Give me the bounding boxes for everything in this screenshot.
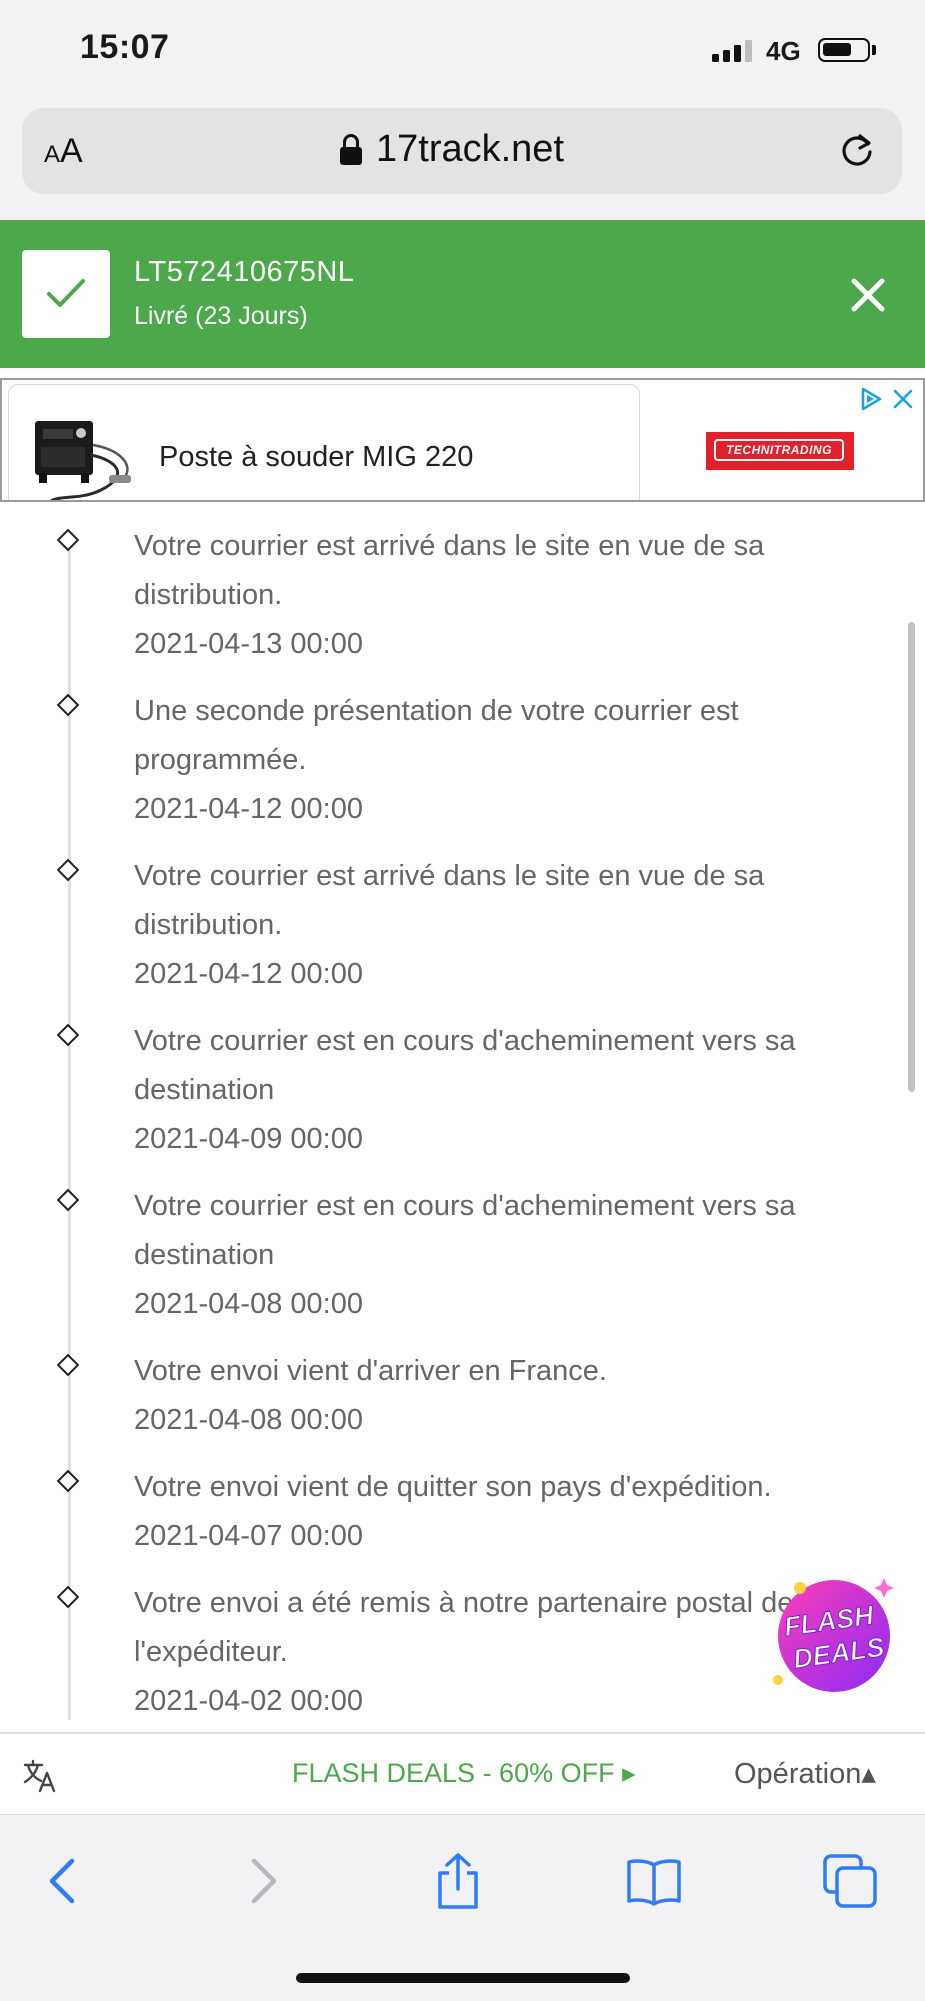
timeline-marker	[56, 1353, 80, 1377]
bookmarks-icon[interactable]	[624, 1851, 684, 1911]
tabs-icon[interactable]	[820, 1851, 880, 1911]
timeline-marker	[56, 1023, 80, 1047]
event-date: 2021-04-02 00:00	[134, 1685, 363, 1717]
tracking-number: LT572410675NL	[134, 256, 355, 288]
address-bar[interactable]: AA 17track.net	[22, 108, 902, 194]
share-icon[interactable]	[428, 1851, 488, 1911]
event-date: 2021-04-08 00:00	[134, 1404, 363, 1436]
event-date: 2021-04-12 00:00	[134, 793, 363, 825]
tracking-status: Livré (23 Jours)	[134, 302, 308, 330]
timeline-marker	[56, 1469, 80, 1493]
timeline-marker	[56, 693, 80, 717]
flash-deals-badge[interactable]: FLASH DEALS	[760, 1572, 900, 1702]
flash-deals-link[interactable]: FLASH DEALS - 60% OFF ▸	[292, 1758, 636, 1789]
back-icon[interactable]	[34, 1851, 94, 1911]
timeline-marker	[56, 1188, 80, 1212]
event-date: 2021-04-09 00:00	[134, 1123, 363, 1155]
reader-mode-button[interactable]: AA	[44, 132, 83, 171]
timeline-marker	[56, 858, 80, 882]
translate-icon[interactable]	[22, 1758, 58, 1794]
reload-icon[interactable]	[838, 132, 876, 170]
timeline-marker	[56, 528, 80, 552]
ad-card[interactable]: Poste à souder MIG 220	[8, 384, 640, 500]
browser-toolbar	[0, 1814, 925, 2001]
event-description: Votre envoi a été remis à notre partenai…	[134, 1587, 794, 1668]
page-footer: FLASH DEALS - 60% OFF ▸ Opération▴	[0, 1732, 925, 1816]
signal-icon	[712, 40, 754, 62]
status-bar: 15:07 4G	[0, 0, 925, 100]
event-description: Votre courrier est arrivé dans le site e…	[134, 530, 765, 611]
tracking-timeline: Votre courrier est arrivé dans le site e…	[0, 502, 925, 1732]
timeline-line	[68, 550, 71, 1720]
forward-icon[interactable]	[232, 1851, 292, 1911]
event-description: Votre envoi vient de quitter son pays d'…	[134, 1471, 772, 1503]
battery-icon	[818, 38, 870, 62]
event-description: Votre courrier est en cours d'achemineme…	[134, 1025, 796, 1106]
close-icon[interactable]	[848, 275, 888, 315]
event-description: Votre courrier est arrivé dans le site e…	[134, 860, 765, 941]
event-date: 2021-04-08 00:00	[134, 1288, 363, 1320]
check-icon	[47, 279, 85, 307]
status-time: 15:07	[80, 28, 170, 66]
event-date: 2021-04-13 00:00	[134, 628, 363, 660]
ad-title: Poste à souder MIG 220	[159, 441, 474, 473]
operation-menu-button[interactable]: Opération▴	[734, 1756, 876, 1791]
timeline-marker	[56, 1585, 80, 1609]
network-label: 4G	[766, 36, 801, 66]
battery-cap	[872, 45, 876, 55]
tracking-header: LT572410675NL Livré (23 Jours)	[0, 220, 925, 368]
event-description: Votre courrier est en cours d'achemineme…	[134, 1190, 796, 1271]
url-display[interactable]: 17track.net	[340, 128, 564, 171]
event-description: Votre envoi vient d'arriver en France.	[134, 1355, 607, 1387]
url-text: 17track.net	[376, 128, 564, 170]
delivered-status-box	[22, 250, 110, 338]
home-indicator	[296, 1973, 630, 1983]
ad-banner[interactable]: Poste à souder MIG 220 TECHNITRADING	[0, 378, 925, 502]
lock-icon	[340, 133, 362, 166]
ad-brand-logo: TECHNITRADING	[706, 432, 854, 470]
event-date: 2021-04-07 00:00	[134, 1520, 363, 1552]
ad-close-icon[interactable]	[892, 388, 914, 410]
welder-image	[35, 421, 131, 500]
event-description: Une seconde présentation de votre courri…	[134, 695, 739, 776]
event-date: 2021-04-12 00:00	[134, 958, 363, 990]
ad-choices-icon[interactable]	[858, 386, 884, 412]
scrollbar[interactable]	[908, 622, 915, 1092]
browser-top: AA 17track.net	[0, 100, 925, 220]
